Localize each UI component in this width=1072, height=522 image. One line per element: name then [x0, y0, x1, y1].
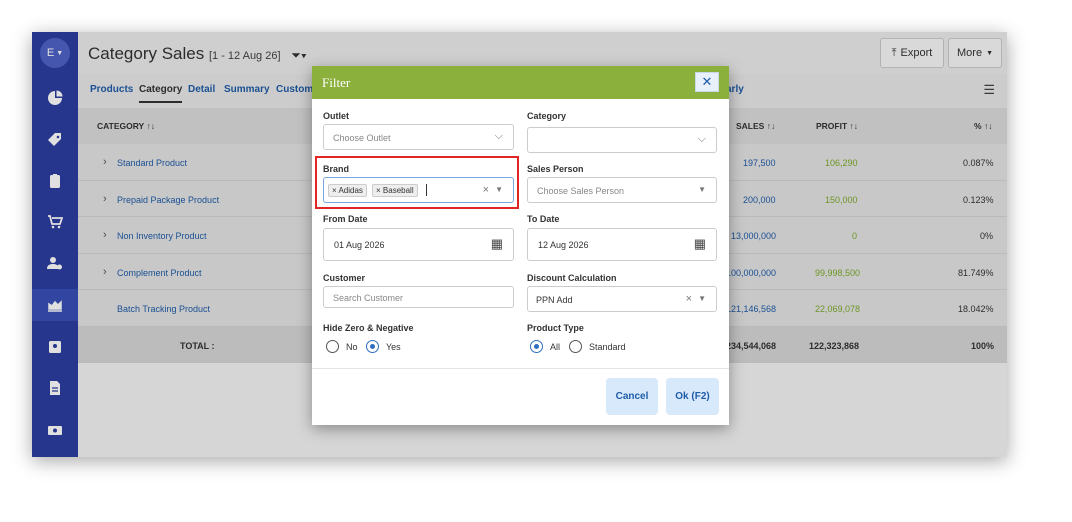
- discount-select[interactable]: PPN Add × ▼: [527, 286, 717, 312]
- filter-modal: Filter ✕ Outlet Choose Outlet ⌵ Category…: [312, 66, 729, 425]
- product-type-all-radio[interactable]: [530, 340, 543, 353]
- modal-header: Filter ✕: [312, 66, 729, 99]
- category-label: Category: [527, 111, 567, 121]
- outlet-select[interactable]: Choose Outlet ⌵: [323, 124, 514, 150]
- calendar-icon[interactable]: ▦: [491, 236, 503, 252]
- discount-label: Discount Calculation: [527, 273, 617, 283]
- chevron-down-icon: ⌵: [697, 133, 706, 145]
- hide-zero-yes-radio[interactable]: [366, 340, 379, 353]
- from-date-input[interactable]: 01 Aug 2026 ▦: [323, 228, 514, 261]
- clear-icon[interactable]: ×: [686, 293, 692, 305]
- modal-title: Filter: [322, 75, 351, 90]
- calendar-icon[interactable]: ▦: [694, 236, 706, 252]
- caret-down-icon: ▼: [698, 294, 706, 303]
- close-button[interactable]: ✕: [695, 72, 719, 92]
- divider: [312, 368, 729, 369]
- caret-down-icon: ▼: [698, 185, 706, 194]
- chevron-down-icon: ⌵: [494, 130, 503, 142]
- ok-button[interactable]: Ok (F2): [666, 378, 719, 415]
- cancel-button[interactable]: Cancel: [606, 378, 658, 415]
- category-select[interactable]: ⌵: [527, 127, 717, 153]
- product-type-label: Product Type: [527, 323, 584, 333]
- customer-label: Customer: [323, 273, 366, 283]
- product-type-standard-radio[interactable]: [569, 340, 582, 353]
- outlet-label: Outlet: [323, 111, 349, 121]
- from-date-label: From Date: [323, 214, 368, 224]
- hide-zero-no-radio[interactable]: [326, 340, 339, 353]
- to-date-input[interactable]: 12 Aug 2026 ▦: [527, 228, 717, 261]
- sales-person-label: Sales Person: [527, 164, 584, 174]
- brand-highlight-box: [315, 156, 519, 209]
- to-date-label: To Date: [527, 214, 560, 224]
- customer-search-input[interactable]: Search Customer: [323, 286, 514, 308]
- hide-zero-label: Hide Zero & Negative: [323, 323, 414, 333]
- sales-person-select[interactable]: Choose Sales Person ▼: [527, 177, 717, 203]
